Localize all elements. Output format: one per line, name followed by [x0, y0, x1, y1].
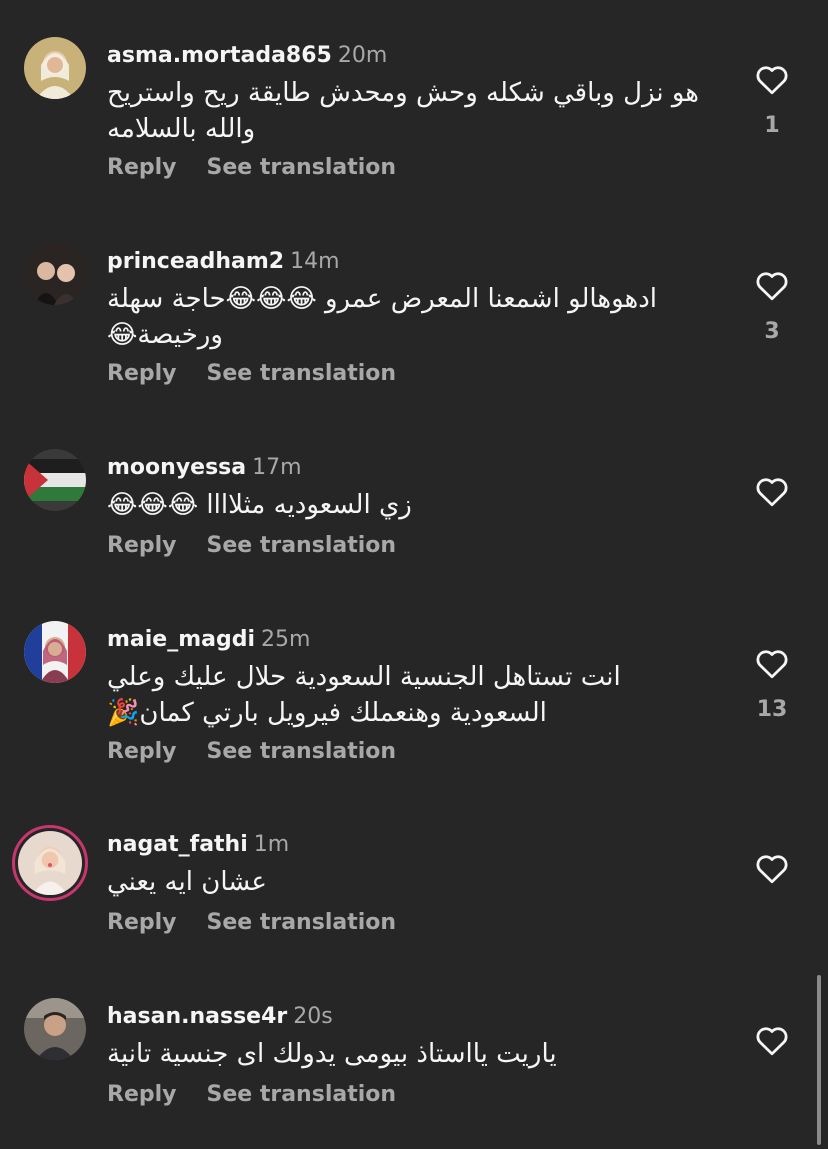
- reply-button[interactable]: Reply: [107, 910, 177, 935]
- comment-meta: nagat_fathi 1m: [107, 830, 289, 860]
- avatar[interactable]: [24, 37, 86, 99]
- reply-button[interactable]: Reply: [107, 1082, 177, 1107]
- username[interactable]: asma.mortada865: [107, 43, 332, 68]
- reply-button[interactable]: Reply: [107, 155, 177, 180]
- heart-outline-icon[interactable]: [754, 63, 790, 95]
- see-translation-button[interactable]: See translation: [207, 1082, 397, 1107]
- heart-outline-icon[interactable]: [754, 852, 790, 884]
- username[interactable]: moonyessa: [107, 455, 246, 480]
- comment-meta: maie_magdi 25m: [107, 625, 310, 655]
- comment-meta: princeadham2 14m: [107, 247, 340, 277]
- comment-text: زي السعوديه مثلاااا 😂😂😂: [107, 490, 412, 520]
- avatar[interactable]: [12, 825, 88, 901]
- see-translation-button[interactable]: See translation: [207, 155, 397, 180]
- username[interactable]: princeadham2: [107, 249, 284, 274]
- comment-actions: Reply See translation: [107, 155, 426, 180]
- timestamp: 25m: [261, 627, 311, 652]
- like-control: [752, 1024, 792, 1074]
- reply-button[interactable]: Reply: [107, 739, 177, 764]
- see-translation-button[interactable]: See translation: [207, 361, 397, 386]
- like-control: 13: [752, 647, 792, 722]
- story-ring: [18, 831, 82, 895]
- see-translation-button[interactable]: See translation: [207, 533, 397, 558]
- timestamp: 1m: [253, 832, 290, 857]
- username[interactable]: hasan.nasse4r: [107, 1004, 287, 1029]
- comment-meta: moonyessa 17m: [107, 453, 302, 483]
- timestamp: 14m: [290, 249, 340, 274]
- scrollbar[interactable]: [817, 975, 821, 1145]
- avatar[interactable]: [24, 621, 86, 683]
- like-control: [752, 852, 792, 902]
- comment-meta: asma.mortada865 20m: [107, 41, 387, 71]
- reply-button[interactable]: Reply: [107, 533, 177, 558]
- avatar[interactable]: [24, 998, 86, 1060]
- heart-outline-icon[interactable]: [754, 475, 790, 507]
- avatar[interactable]: [24, 449, 86, 511]
- comment-actions: Reply See translation: [107, 361, 426, 386]
- like-control: 3: [752, 269, 792, 344]
- comment-text: انت تستاهل الجنسية السعودية حلال عليك وع…: [107, 662, 621, 728]
- see-translation-button[interactable]: See translation: [207, 739, 397, 764]
- username[interactable]: nagat_fathi: [107, 832, 248, 857]
- like-count: 3: [764, 319, 780, 344]
- timestamp: 17m: [252, 455, 302, 480]
- like-control: [752, 475, 792, 525]
- heart-outline-icon[interactable]: [754, 1024, 790, 1056]
- timestamp: 20s: [293, 1004, 333, 1029]
- comment-actions: Reply See translation: [107, 1082, 426, 1107]
- comment-text: ادهوهالو اشمعنا المعرض عمرو 😂😂😂حاجة سهلة…: [107, 284, 658, 350]
- see-translation-button[interactable]: See translation: [207, 910, 397, 935]
- like-count: 1: [764, 113, 780, 138]
- like-count: 13: [756, 697, 788, 722]
- comment-actions: Reply See translation: [107, 910, 426, 935]
- comment-text: هو نزل وباقي شكله وحش ومحدش طايقة ريح وا…: [107, 78, 699, 144]
- avatar[interactable]: [24, 243, 86, 305]
- comment-text: عشان ايه يعني: [107, 867, 267, 897]
- timestamp: 20m: [337, 43, 388, 68]
- comment-text: ياريت يااستاذ بيومى يدولك اى جنسية تانية: [107, 1039, 557, 1069]
- comment-actions: Reply See translation: [107, 533, 426, 558]
- like-control: 1: [752, 63, 792, 138]
- reply-button[interactable]: Reply: [107, 361, 177, 386]
- heart-outline-icon[interactable]: [754, 647, 790, 679]
- comment-actions: Reply See translation: [107, 739, 426, 764]
- comment-meta: hasan.nasse4r 20s: [107, 1002, 333, 1032]
- heart-outline-icon[interactable]: [754, 269, 790, 301]
- username[interactable]: maie_magdi: [107, 627, 255, 652]
